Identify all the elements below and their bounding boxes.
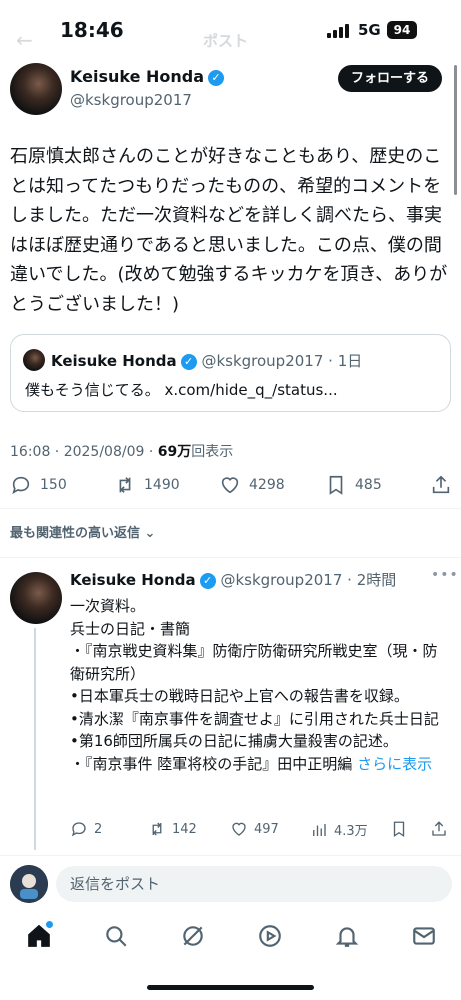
bookmark-icon (329, 475, 343, 495)
views-label: 回表示 (191, 444, 234, 460)
post-text: 石原慎太郎さんのことが好きなこともあり、歴史のことは知ってたつもりだったものの、… (10, 146, 448, 315)
reply-repost-count: 142 (172, 821, 197, 837)
reply-line: 兵士の日記・書簡 (70, 619, 191, 638)
reply-author-name[interactable]: Keisuke Honda (70, 571, 196, 589)
reply-icon (12, 476, 30, 495)
share-icon (432, 475, 450, 494)
verified-badge-icon: ✓ (199, 572, 216, 589)
like-count: 4298 (249, 477, 285, 493)
battery-indicator: 94 (387, 21, 417, 39)
user-avatar[interactable] (10, 865, 48, 903)
reply-line: ・『南京事件 陸軍将校の手記』田中正明編 (70, 754, 353, 773)
scrollbar[interactable] (454, 65, 457, 195)
reply-share-button[interactable] (430, 820, 448, 838)
views-count: 69万 (157, 444, 192, 460)
quote-text: 僕もそう信じてる。 x.com/hide_q_/status... (25, 381, 338, 399)
divider (0, 557, 461, 558)
reply-line: 一次資料。 (70, 597, 146, 615)
author-name-text: Keisuke Honda (70, 67, 205, 86)
reply-line: ・『南京戦史資料集』防衛庁防衛研究所戦史室（現・防衛研究所） (70, 642, 438, 683)
replies-sort-label: 最も関連性の高い返信 (10, 526, 141, 541)
quote-author-handle: @kskgroup2017 (201, 352, 324, 370)
reply-input[interactable]: 返信をポスト (56, 866, 452, 902)
show-more-link[interactable]: さらに表示 (357, 755, 432, 773)
tab-messages[interactable] (411, 923, 437, 949)
verified-badge-icon: ✓ (208, 69, 225, 86)
divider (0, 855, 461, 856)
reply-button[interactable]: 150 (10, 474, 67, 496)
reply-like-count: 497 (254, 821, 279, 837)
back-arrow-icon[interactable]: ← (16, 28, 33, 52)
like-button[interactable]: 4298 (219, 474, 285, 496)
reply-author-handle[interactable]: @kskgroup2017 (220, 571, 342, 589)
share-icon (432, 821, 446, 836)
repost-count: 1490 (144, 477, 180, 493)
page-title: ポスト (203, 32, 249, 50)
more-options-icon[interactable]: ••• (431, 567, 459, 583)
heart-icon (221, 477, 239, 494)
search-icon (106, 926, 127, 947)
avatar-illustration (10, 865, 48, 903)
tab-home[interactable] (26, 921, 53, 949)
verified-badge-icon: ✓ (180, 353, 197, 370)
bookmark-icon (393, 821, 405, 838)
post-actions: 150 1490 4298 485 (0, 474, 461, 500)
reply-line: •第16師団所属兵の日記に捕虜大量殺害の記述。 (70, 732, 398, 750)
share-button[interactable] (430, 474, 452, 496)
tab-grok[interactable] (180, 923, 206, 949)
reply-line: •日本軍兵士の戦時日記や上官への報告書を収録。 (70, 687, 409, 705)
reply-actions: 2 142 497 4.3万 (70, 820, 450, 840)
reply-header: Keisuke Honda ✓ @kskgroup2017 · 2時間 (70, 571, 397, 589)
heart-icon (232, 822, 246, 836)
tab-notifications[interactable] (334, 923, 360, 949)
notifications-icon (335, 927, 359, 947)
author-name[interactable]: Keisuke Honda ✓ (70, 67, 225, 86)
network-type: 5G (358, 21, 381, 39)
repost-button[interactable]: 1490 (114, 474, 180, 496)
reply-reply-count: 2 (94, 821, 103, 837)
notification-dot (46, 921, 53, 928)
reply-time: 2時間 (356, 571, 397, 589)
quote-header: Keisuke Honda ✓ @kskgroup2017 · 1日 (51, 352, 363, 370)
video-icon (259, 925, 281, 947)
replies-sort-dropdown[interactable]: 最も関連性の高い返信 ⌄ (10, 522, 155, 541)
reply-views-button[interactable]: 4.3万 (310, 820, 368, 839)
status-time: 18:46 (60, 18, 124, 42)
repost-icon (152, 822, 162, 836)
grok-icon (183, 926, 203, 946)
reply-author-avatar[interactable] (10, 572, 62, 624)
reply-bookmark-button[interactable] (390, 820, 408, 838)
reply-text: 一次資料。 兵士の日記・書簡 ・『南京戦史資料集』防衛庁防衛研究所戦史室（現・防… (70, 595, 452, 775)
divider (0, 508, 461, 509)
reply-repost-button[interactable]: 142 (148, 820, 197, 838)
reply-count: 150 (40, 477, 67, 493)
reply-views-count: 4.3万 (334, 824, 368, 839)
tab-search[interactable] (103, 923, 129, 949)
bookmark-button[interactable]: 485 (325, 474, 382, 496)
quote-time: 1日 (337, 352, 363, 370)
quote-author-name: Keisuke Honda (51, 352, 177, 370)
analytics-icon (313, 823, 326, 836)
post-meta: 16:08 · 2025/08/09 · 69万回表示 (10, 444, 234, 460)
repost-icon (119, 477, 131, 493)
bottom-tab-bar (0, 915, 461, 960)
reply-icon (71, 822, 86, 837)
reply-line: •清水潔『南京事件を調査せよ』に引用された兵士日記 (70, 709, 439, 728)
tab-video[interactable] (257, 923, 283, 949)
reply-like-button[interactable]: 497 (230, 820, 279, 838)
post-timestamp: 16:08 · 2025/08/09 (10, 444, 145, 460)
follow-button[interactable]: フォローする (338, 65, 442, 92)
quote-avatar (23, 349, 45, 371)
author-avatar[interactable] (10, 63, 62, 115)
bookmark-count: 485 (355, 477, 382, 493)
home-indicator[interactable] (147, 985, 314, 990)
reply-reply-button[interactable]: 2 (70, 820, 102, 838)
cellular-signal-icon (327, 24, 349, 38)
thread-line (34, 628, 36, 850)
messages-icon (413, 927, 435, 945)
chevron-down-icon: ⌄ (144, 526, 156, 541)
quoted-post-card[interactable]: Keisuke Honda ✓ @kskgroup2017 · 1日 僕もそう信じ… (10, 334, 451, 412)
author-handle[interactable]: @kskgroup2017 (70, 91, 192, 109)
